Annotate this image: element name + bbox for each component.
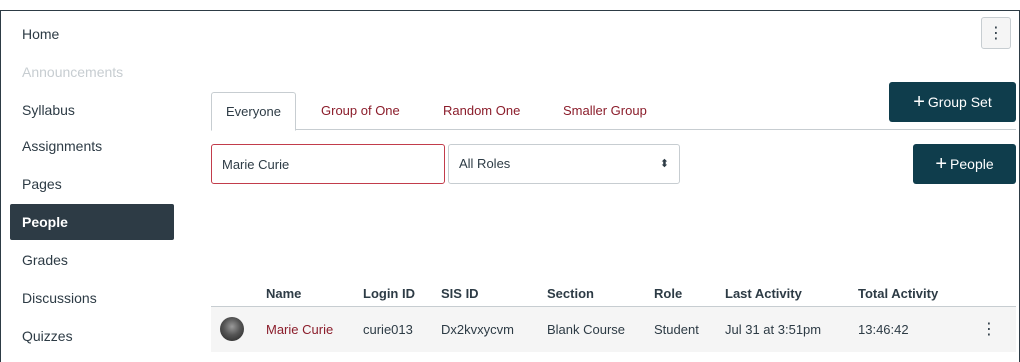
nav-item-grades[interactable]: Grades — [10, 242, 174, 278]
tab-group-of-one[interactable]: Group of One — [307, 92, 414, 130]
add-people-button[interactable]: + People — [913, 144, 1016, 184]
tab-random-one[interactable]: Random One — [429, 92, 534, 130]
column-header-role[interactable]: Role — [654, 286, 682, 301]
column-header-total-activity[interactable]: Total Activity — [858, 286, 938, 301]
tab-smaller-group[interactable]: Smaller Group — [549, 92, 661, 130]
page-options-button[interactable]: ⋮ — [981, 17, 1011, 49]
nav-item-syllabus[interactable]: Syllabus — [10, 92, 174, 128]
tab-everyone[interactable]: Everyone — [211, 92, 296, 131]
role-cell: Student — [654, 322, 699, 337]
nav-item-announcements: Announcements — [22, 64, 124, 80]
select-arrows-icon: ⬍ — [659, 158, 669, 170]
last-activity-cell: Jul 31 at 3:51pm — [725, 322, 822, 337]
nav-item-assignments[interactable]: Assignments — [10, 128, 174, 164]
column-header-sis-id[interactable]: SIS ID — [441, 286, 479, 301]
role-filter-value: All Roles — [459, 156, 511, 171]
add-people-label: People — [950, 156, 994, 172]
plus-icon: + — [935, 153, 948, 175]
login-id-cell: curie013 — [363, 322, 413, 337]
row-options-icon[interactable]: ⋮ — [981, 319, 997, 339]
total-activity-cell: 13:46:42 — [858, 322, 909, 337]
more-options-icon: ⋮ — [988, 25, 1004, 42]
avatar[interactable] — [220, 317, 244, 341]
section-cell: Blank Course — [547, 322, 626, 337]
nav-item-discussions[interactable]: Discussions — [10, 280, 174, 316]
people-tabs: Everyone Group of One Random One Smaller… — [211, 92, 1016, 131]
column-header-name[interactable]: Name — [266, 286, 301, 301]
role-filter-select[interactable]: All Roles ⬍ — [448, 144, 680, 184]
nav-item-pages[interactable]: Pages — [10, 166, 174, 202]
sis-id-cell: Dx2kvxycvm — [441, 322, 514, 337]
user-name-link[interactable]: Marie Curie — [266, 322, 333, 337]
search-people-input[interactable] — [211, 144, 445, 184]
column-header-login-id[interactable]: Login ID — [363, 286, 415, 301]
table-row: Marie Curie curie013 Dx2kvxycvm Blank Co… — [211, 306, 1016, 352]
nav-item-people[interactable]: People — [10, 204, 174, 240]
nav-item-home[interactable]: Home — [10, 16, 174, 52]
column-header-section[interactable]: Section — [547, 286, 594, 301]
nav-item-quizzes[interactable]: Quizzes — [10, 318, 174, 354]
column-header-last-activity[interactable]: Last Activity — [725, 286, 802, 301]
